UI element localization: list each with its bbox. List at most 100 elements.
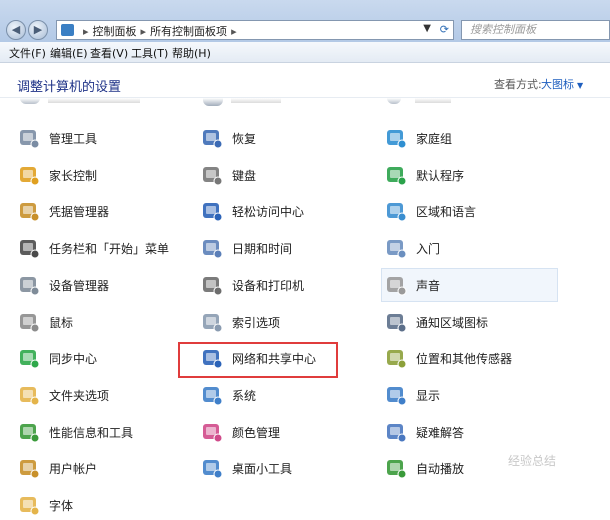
device-manager-icon <box>17 273 41 297</box>
item-indexing-options[interactable]: 索引选项 <box>200 307 370 337</box>
item-homegroup[interactable]: 家庭组 <box>384 123 554 153</box>
menu-view[interactable]: 查看(V) <box>90 45 128 61</box>
chevron-down-icon: ▼ <box>577 81 584 90</box>
refresh-icon[interactable]: ⟳ <box>440 23 449 36</box>
item-device-manager[interactable]: 设备管理器 <box>17 270 187 300</box>
item-region-language[interactable]: 区域和语言 <box>384 196 554 226</box>
item-notification-area[interactable]: 通知区域图标 <box>384 307 554 337</box>
default-programs-icon <box>384 163 408 187</box>
page-title: 调整计算机的设置 <box>17 80 122 95</box>
item-label: 管理工具 <box>49 132 98 146</box>
indexing-options-icon <box>200 310 224 334</box>
location-sensors-icon <box>384 346 408 370</box>
item-devices-printers[interactable]: 设备和打印机 <box>200 270 370 300</box>
menu-bar: 文件(F) 编辑(E) 查看(V) 工具(T) 帮助(H) <box>0 42 610 63</box>
item-label: 自动播放 <box>416 462 465 477</box>
item-parental-controls[interactable]: 家长控制 <box>17 160 187 190</box>
item-taskbar-start-menu[interactable]: 任务栏和「开始」菜单 <box>17 233 187 263</box>
troubleshooting-icon <box>384 420 408 444</box>
user-accounts-icon <box>17 456 41 480</box>
item-getting-started[interactable]: 入门 <box>384 233 554 263</box>
color-management-icon <box>200 420 224 444</box>
item-admin-tools[interactable]: 管理工具 <box>17 123 187 153</box>
item-mouse[interactable]: 鼠标 <box>17 307 187 337</box>
credential-manager-icon <box>17 199 41 223</box>
item-fonts[interactable]: 字体 <box>17 490 187 520</box>
address-bar[interactable]: ▸ 控制面板 ▸ 所有控制面板项 ▸ ▼ ⟳ <box>56 20 454 40</box>
folder-options-icon <box>17 383 41 407</box>
getting-started-icon <box>384 236 408 260</box>
item-label: 位置和其他传感器 <box>416 352 513 367</box>
address-dropdown-icon[interactable]: ▼ <box>423 23 431 34</box>
notification-area-icon <box>384 310 408 334</box>
item-date-time[interactable]: 日期和时间 <box>200 233 370 263</box>
watermark: 经验总结 <box>508 454 557 468</box>
item-label: 默认程序 <box>416 168 465 183</box>
forward-button[interactable]: ▶ <box>28 20 48 40</box>
item-label: 疑难解答 <box>416 425 465 440</box>
devices-printers-icon <box>200 273 224 297</box>
item-label: 用户帐户 <box>49 462 98 477</box>
fonts-icon <box>17 493 41 517</box>
parental-controls-icon <box>17 163 41 187</box>
item-sound[interactable]: 声音 <box>384 270 554 300</box>
item-keyboard[interactable]: 键盘 <box>200 160 370 190</box>
view-by-label: 查看方式: <box>494 78 542 91</box>
item-label: 家庭组 <box>416 132 453 146</box>
performance-icon <box>17 420 41 444</box>
item-label: 入门 <box>416 242 441 257</box>
item-label: 系统 <box>232 388 257 403</box>
menu-file[interactable]: 文件(F) <box>9 45 46 61</box>
desktop-gadgets-icon <box>200 456 224 480</box>
sound-icon <box>384 273 408 297</box>
item-label: 日期和时间 <box>232 242 293 257</box>
item-label: 显示 <box>416 388 441 403</box>
breadcrumb[interactable]: ▸ 控制面板 ▸ 所有控制面板项 ▸ <box>79 23 241 39</box>
title-bar: ◀ ▶ ▸ 控制面板 ▸ 所有控制面板项 ▸ ▼ ⟳ 搜索控制面板 <box>0 0 610 42</box>
item-label: 凭据管理器 <box>49 205 110 220</box>
breadcrumb-all-items[interactable]: 所有控制面板项 <box>150 25 227 38</box>
item-label: 性能信息和工具 <box>49 425 134 440</box>
menu-edit[interactable]: 编辑(E) <box>50 45 88 61</box>
search-input[interactable]: 搜索控制面板 <box>461 20 610 40</box>
annotation-highlight-box <box>178 342 338 378</box>
ease-of-access-icon <box>200 199 224 223</box>
system-icon <box>200 383 224 407</box>
item-label: 设备管理器 <box>49 278 110 293</box>
item-user-accounts[interactable]: 用户帐户 <box>17 453 187 483</box>
item-credential-manager[interactable]: 凭据管理器 <box>17 196 187 226</box>
item-location-sensors[interactable]: 位置和其他传感器 <box>384 343 554 373</box>
item-sync-center[interactable]: 同步中心 <box>17 343 187 373</box>
keyboard-icon <box>200 163 224 187</box>
item-folder-options[interactable]: 文件夹选项 <box>17 380 187 410</box>
item-label: 字体 <box>49 499 74 513</box>
item-label: 家长控制 <box>49 168 98 183</box>
item-display[interactable]: 显示 <box>384 380 554 410</box>
item-desktop-gadgets[interactable]: 桌面小工具 <box>200 453 370 483</box>
sync-center-icon <box>17 346 41 370</box>
item-recovery[interactable]: 恢复 <box>200 123 370 153</box>
display-icon <box>384 383 408 407</box>
autoplay-icon <box>384 456 408 480</box>
item-troubleshooting[interactable]: 疑难解答 <box>384 417 554 447</box>
item-label: 颜色管理 <box>232 425 281 440</box>
menu-help[interactable]: 帮助(H) <box>172 45 211 61</box>
item-default-programs[interactable]: 默认程序 <box>384 160 554 190</box>
menu-tools[interactable]: 工具(T) <box>131 45 168 61</box>
mouse-icon <box>17 310 41 334</box>
scroll-fade <box>0 98 610 108</box>
item-label: 区域和语言 <box>416 205 477 220</box>
item-ease-of-access[interactable]: 轻松访问中心 <box>200 196 370 226</box>
view-by-value: 大图标 <box>541 78 574 91</box>
item-system[interactable]: 系统 <box>200 380 370 410</box>
item-label: 鼠标 <box>49 315 74 330</box>
item-label: 声音 <box>416 278 441 293</box>
item-label: 索引选项 <box>232 315 281 330</box>
item-color-management[interactable]: 颜色管理 <box>200 417 370 447</box>
back-button[interactable]: ◀ <box>6 20 26 40</box>
item-label: 设备和打印机 <box>232 278 305 293</box>
item-performance[interactable]: 性能信息和工具 <box>17 417 187 447</box>
breadcrumb-control-panel[interactable]: 控制面板 <box>93 25 137 38</box>
view-by-dropdown[interactable]: 大图标 ▼ <box>541 76 583 92</box>
admin-tools-icon <box>17 126 41 150</box>
